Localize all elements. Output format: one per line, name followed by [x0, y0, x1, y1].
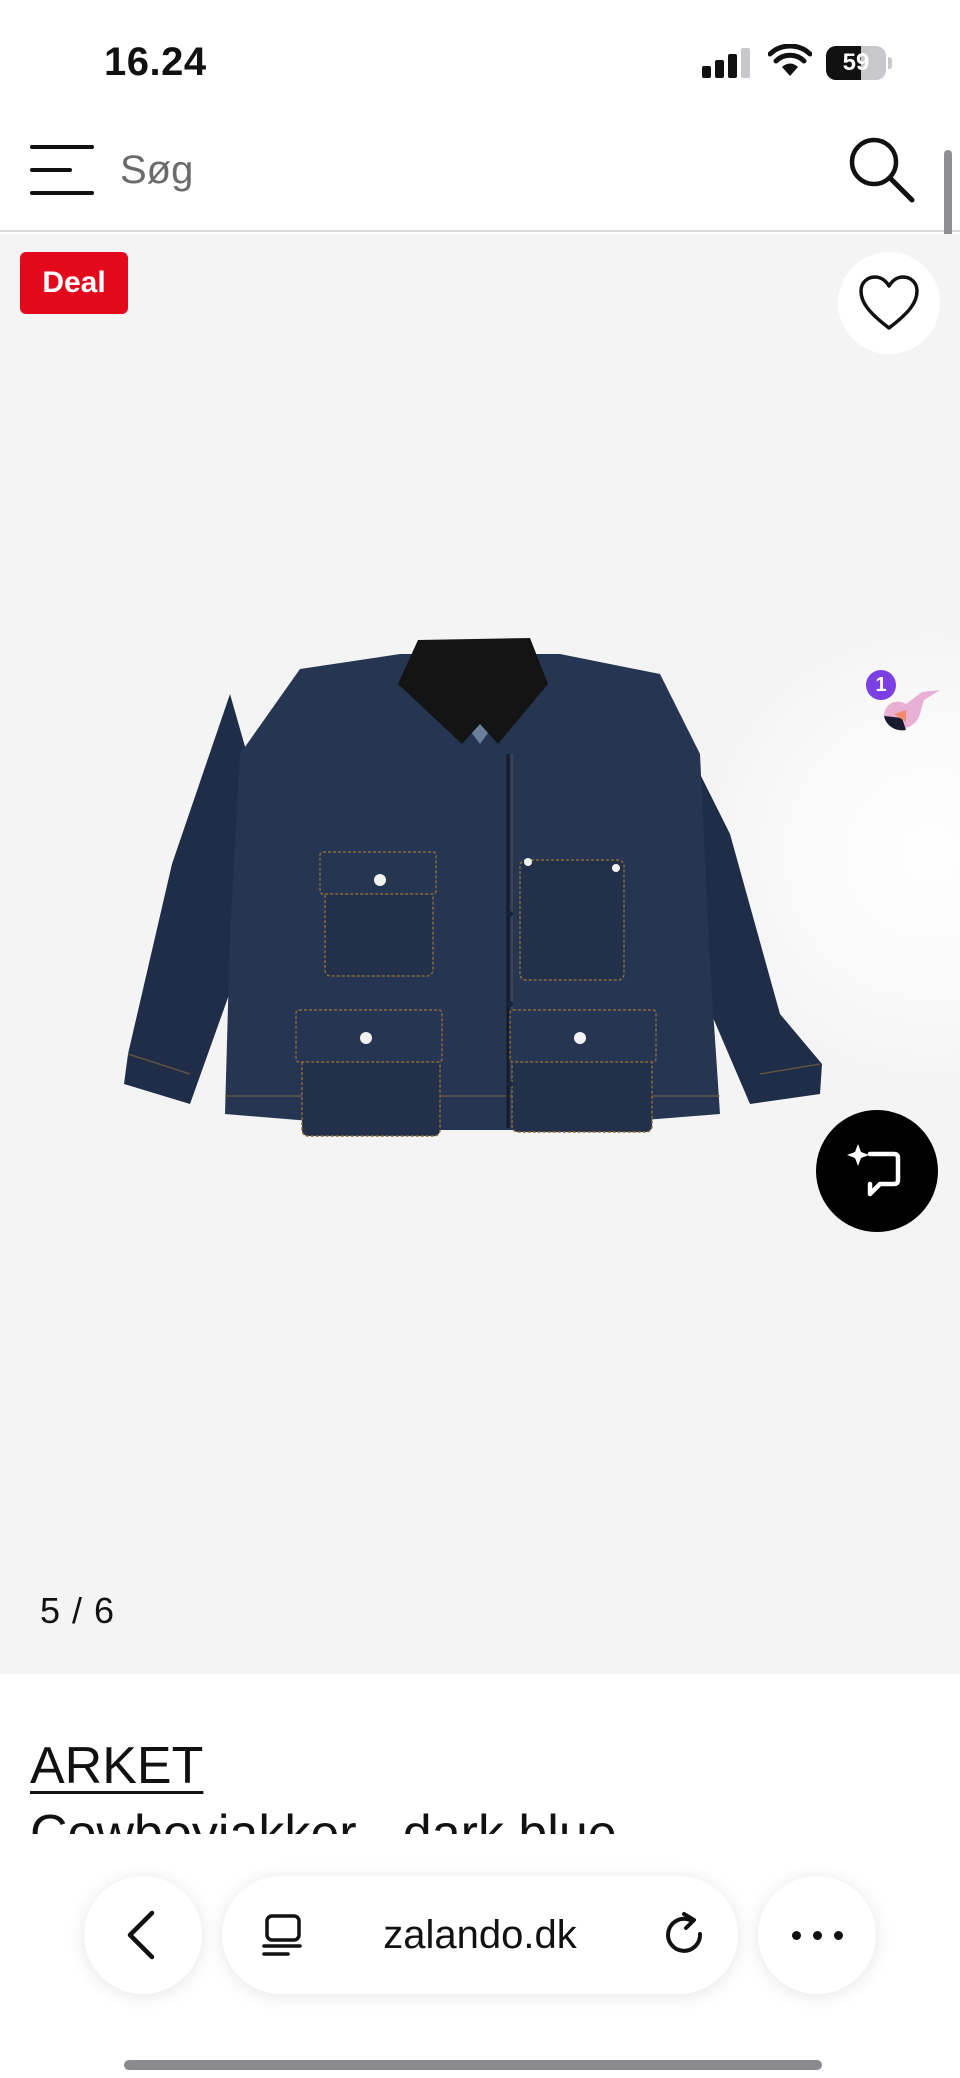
search-icon[interactable]	[846, 134, 916, 204]
site-header	[0, 118, 960, 232]
browser-address-bar[interactable]: zalando.dk	[222, 1876, 738, 1994]
home-indicator[interactable]	[124, 2060, 822, 2070]
chevron-left-icon	[127, 1910, 155, 1960]
wifi-icon	[768, 44, 812, 76]
brand-link[interactable]: ARKET	[30, 1736, 203, 1796]
browser-more-button[interactable]	[758, 1876, 876, 1994]
product-name: Cowboyjakker - dark blue	[30, 1805, 617, 1834]
wishlist-button[interactable]	[838, 252, 940, 354]
heart-icon	[859, 275, 919, 330]
ai-assistant-button[interactable]	[816, 1110, 938, 1232]
reload-icon[interactable]	[660, 1910, 710, 1960]
deal-badge: Deal	[20, 252, 128, 314]
assistant-notification-badge: 1	[866, 670, 896, 700]
product-image[interactable]	[120, 634, 830, 1274]
image-counter: 5 / 6	[40, 1590, 116, 1631]
sparkle-chat-icon	[847, 1144, 901, 1197]
cellular-signal-icon	[702, 48, 750, 78]
browser-back-button[interactable]	[84, 1876, 202, 1994]
status-time: 16.24	[104, 40, 207, 84]
battery-level: 59	[842, 49, 870, 76]
search-input[interactable]	[120, 138, 820, 202]
product-image-gallery[interactable]: Deal 1 5 / 6	[0, 234, 960, 1674]
battery-icon: 59	[826, 46, 892, 80]
hamburger-menu-icon[interactable]	[30, 138, 94, 202]
status-bar: 16.24 59	[0, 0, 960, 118]
